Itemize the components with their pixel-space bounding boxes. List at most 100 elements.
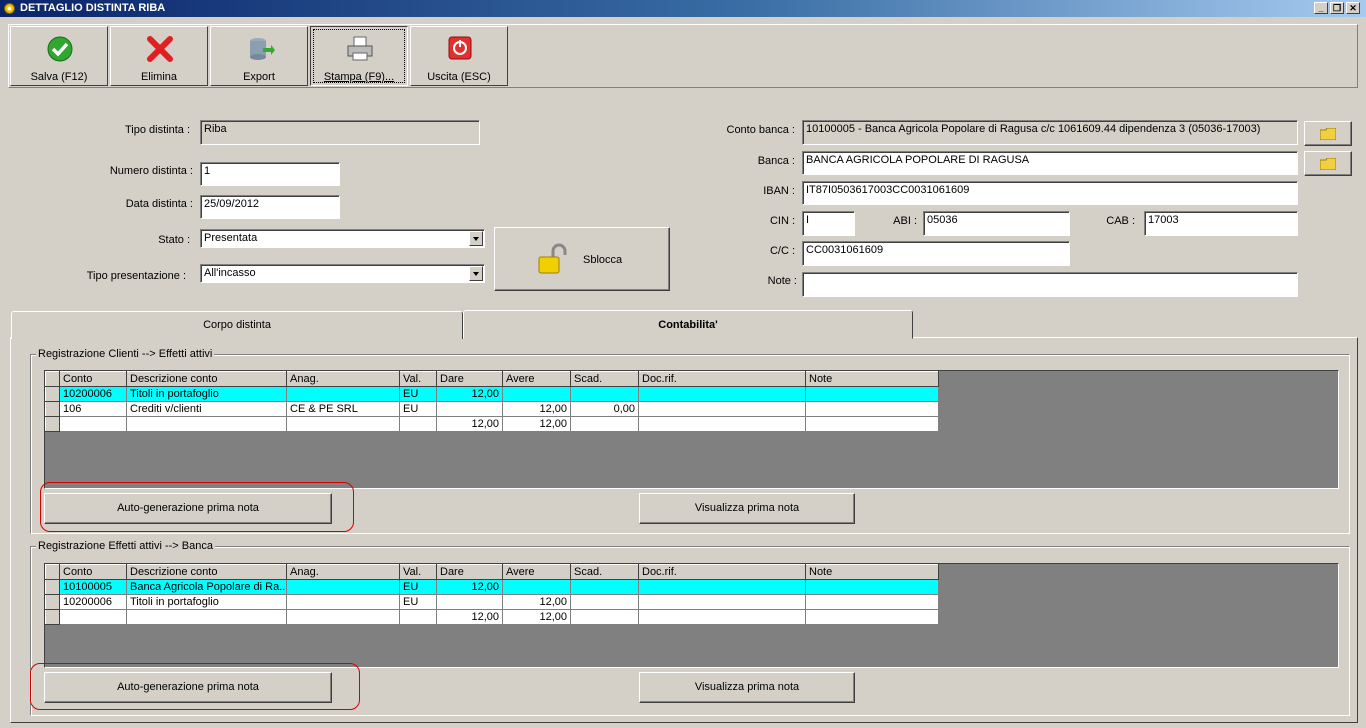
table-cell[interactable] bbox=[286, 416, 400, 432]
section1-grid[interactable]: Conto Descrizione conto Anag. Val. Dare Avere… bbox=[45, 371, 939, 432]
column-header[interactable]: Doc.rif. bbox=[638, 371, 806, 387]
banca-browse-button[interactable] bbox=[1304, 151, 1352, 176]
table-cell[interactable]: 12,00 bbox=[502, 401, 571, 417]
table-cell[interactable] bbox=[570, 579, 639, 595]
table-cell[interactable] bbox=[638, 594, 806, 610]
table-cell[interactable]: 12,00 bbox=[436, 609, 503, 625]
cc-input[interactable]: CC0031061609 bbox=[802, 241, 1070, 266]
exit-button[interactable]: Uscita (ESC) bbox=[410, 26, 508, 86]
table-cell[interactable]: EU bbox=[399, 594, 437, 610]
table-cell[interactable] bbox=[399, 609, 437, 625]
note-input[interactable] bbox=[802, 272, 1298, 297]
tipo-presentazione-select[interactable]: All'incasso bbox=[200, 264, 485, 283]
stato-select[interactable]: Presentata bbox=[200, 229, 485, 248]
restore-button[interactable]: ❐ bbox=[1330, 2, 1344, 14]
table-cell[interactable] bbox=[805, 401, 939, 417]
table-row[interactable]: 106 Crediti v/clienti CE & PE SRL EU 12,00 0,… bbox=[45, 401, 939, 417]
table-cell[interactable] bbox=[570, 416, 639, 432]
column-header[interactable]: Val. bbox=[399, 564, 437, 580]
table-cell[interactable] bbox=[805, 579, 939, 595]
table-cell[interactable] bbox=[570, 386, 639, 402]
column-header[interactable]: Conto bbox=[59, 371, 127, 387]
delete-button[interactable]: Elimina bbox=[110, 26, 208, 86]
table-cell[interactable] bbox=[436, 401, 503, 417]
data-distinta-input[interactable]: 25/09/2012 bbox=[200, 195, 340, 219]
row-indicator[interactable] bbox=[45, 594, 60, 610]
table-row[interactable]: 10200006 Titoli in portafoglio EU 12,00 bbox=[45, 386, 939, 402]
table-cell[interactable] bbox=[126, 416, 287, 432]
table-cell[interactable] bbox=[286, 386, 400, 402]
table-cell[interactable]: EU bbox=[399, 579, 437, 595]
chevron-down-icon[interactable] bbox=[469, 231, 483, 246]
cab-input[interactable]: 17003 bbox=[1144, 211, 1298, 236]
table-cell[interactable]: Titoli in portafoglio bbox=[126, 386, 287, 402]
table-cell[interactable]: 12,00 bbox=[436, 386, 503, 402]
section2-grid[interactable]: Conto Descrizione conto Anag. Val. Dare Avere… bbox=[45, 564, 939, 625]
table-cell[interactable] bbox=[638, 416, 806, 432]
row-indicator[interactable] bbox=[45, 609, 60, 625]
chevron-down-icon[interactable] bbox=[469, 266, 483, 281]
table-cell[interactable]: Titoli in portafoglio bbox=[126, 594, 287, 610]
table-cell[interactable] bbox=[59, 609, 127, 625]
table-cell[interactable]: EU bbox=[399, 386, 437, 402]
table-cell[interactable] bbox=[570, 609, 639, 625]
table-cell[interactable] bbox=[399, 416, 437, 432]
table-cell[interactable] bbox=[805, 594, 939, 610]
table-cell[interactable] bbox=[286, 594, 400, 610]
column-header[interactable]: Conto bbox=[59, 564, 127, 580]
table-cell[interactable] bbox=[286, 579, 400, 595]
table-row[interactable]: 12,00 12,00 bbox=[45, 416, 939, 432]
column-header[interactable]: Scad. bbox=[570, 564, 639, 580]
table-cell[interactable] bbox=[436, 594, 503, 610]
table-cell[interactable] bbox=[638, 579, 806, 595]
column-header[interactable]: Dare bbox=[436, 371, 503, 387]
column-header[interactable]: Descrizione conto bbox=[126, 371, 287, 387]
column-header[interactable]: Avere bbox=[502, 564, 571, 580]
table-cell[interactable]: 10200006 bbox=[59, 386, 127, 402]
row-indicator[interactable] bbox=[45, 401, 60, 417]
column-header[interactable]: Val. bbox=[399, 371, 437, 387]
table-cell[interactable] bbox=[638, 609, 806, 625]
table-row[interactable]: 12,00 12,00 bbox=[45, 609, 939, 625]
table-cell[interactable] bbox=[502, 386, 571, 402]
table-cell[interactable]: Banca Agricola Popolare di Ra... bbox=[126, 579, 287, 595]
table-cell[interactable] bbox=[570, 594, 639, 610]
table-cell[interactable] bbox=[805, 609, 939, 625]
column-header[interactable]: Note bbox=[805, 371, 939, 387]
table-cell[interactable]: Crediti v/clienti bbox=[126, 401, 287, 417]
table-cell[interactable] bbox=[502, 579, 571, 595]
tab-contabilita[interactable]: Contabilita' bbox=[463, 310, 913, 339]
column-header[interactable]: Descrizione conto bbox=[126, 564, 287, 580]
conto-banca-browse-button[interactable] bbox=[1304, 121, 1352, 146]
table-cell[interactable] bbox=[638, 401, 806, 417]
table-cell[interactable]: 10100005 bbox=[59, 579, 127, 595]
column-header[interactable]: Dare bbox=[436, 564, 503, 580]
table-cell[interactable] bbox=[638, 386, 806, 402]
save-button[interactable]: Salva (F12) bbox=[10, 26, 108, 86]
column-header[interactable]: Anag. bbox=[286, 371, 400, 387]
row-indicator[interactable] bbox=[45, 416, 60, 432]
abi-input[interactable]: 05036 bbox=[923, 211, 1070, 236]
table-cell[interactable]: 12,00 bbox=[436, 579, 503, 595]
table-cell[interactable]: 12,00 bbox=[502, 416, 571, 432]
table-row[interactable]: 10200006 Titoli in portafoglio EU 12,00 bbox=[45, 594, 939, 610]
table-cell[interactable] bbox=[59, 416, 127, 432]
table-cell[interactable] bbox=[805, 416, 939, 432]
close-button[interactable]: ✕ bbox=[1346, 2, 1360, 14]
table-cell[interactable]: CE & PE SRL bbox=[286, 401, 400, 417]
row-indicator[interactable] bbox=[45, 579, 60, 595]
table-row[interactable]: 10100005 Banca Agricola Popolare di Ra...… bbox=[45, 579, 939, 595]
iban-input[interactable]: IT87I0503617003CC0031061609 bbox=[802, 181, 1298, 205]
table-cell[interactable]: 12,00 bbox=[436, 416, 503, 432]
table-cell[interactable] bbox=[126, 609, 287, 625]
section2-view-button[interactable]: Visualizza prima nota bbox=[639, 672, 855, 703]
table-cell[interactable]: 0,00 bbox=[570, 401, 639, 417]
table-cell[interactable] bbox=[805, 386, 939, 402]
column-header[interactable]: Anag. bbox=[286, 564, 400, 580]
tab-corpo-distinta[interactable]: Corpo distinta bbox=[11, 311, 463, 339]
export-button[interactable]: Export bbox=[210, 26, 308, 86]
table-cell[interactable]: 10200006 bbox=[59, 594, 127, 610]
sblocca-button[interactable]: Sblocca bbox=[494, 227, 670, 291]
section1-view-button[interactable]: Visualizza prima nota bbox=[639, 493, 855, 524]
table-cell[interactable]: 12,00 bbox=[502, 609, 571, 625]
